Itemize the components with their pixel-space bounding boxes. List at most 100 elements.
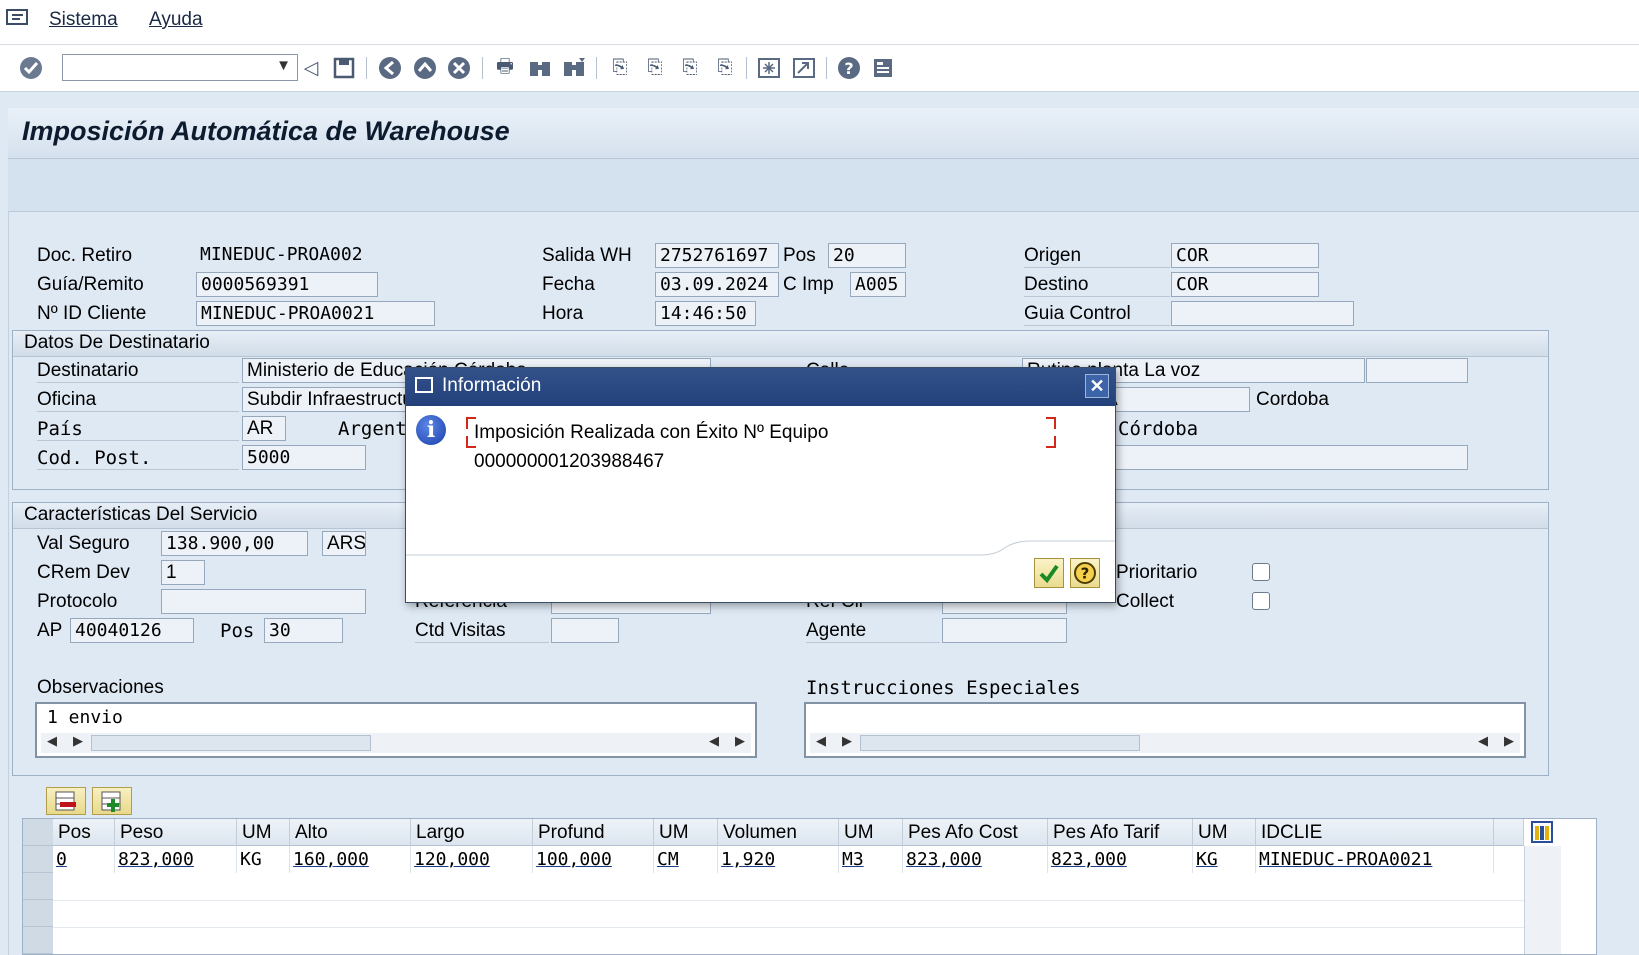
origen-field[interactable]: COR [1171,243,1319,268]
row-select-cell[interactable] [23,900,53,927]
hora-field[interactable]: 14:46:50 [655,301,756,326]
crem-dev-field[interactable]: 1 [161,560,205,585]
table-cell[interactable]: 120,000 [411,846,533,873]
scroll-right-icon[interactable]: ▶ [73,733,83,749]
ap-pos-field[interactable]: 30 [264,618,343,643]
scroll-right-end-icon[interactable]: ▶ [1504,733,1514,749]
row-select-cell[interactable] [23,873,53,900]
cancel-icon[interactable] [446,55,472,81]
delete-row-button[interactable] [46,787,86,815]
header-select-cell[interactable] [23,819,53,846]
col-header-um-peso[interactable]: UM [237,819,290,846]
prioritario-checkbox[interactable] [1252,563,1270,581]
fecha-field[interactable]: 03.09.2024 [655,272,779,297]
column-settings-icon[interactable] [1531,821,1553,843]
col-header-volumen[interactable]: Volumen [718,819,839,846]
guia-control-field[interactable] [1171,301,1354,326]
enter-check-icon[interactable] [18,55,44,81]
localidad-field[interactable]: A [1100,387,1250,412]
table-cell[interactable]: MINEDUC-PROA0021 [1256,846,1494,873]
menu-ayuda[interactable]: Ayuda [149,9,203,31]
extra-address-field[interactable] [1100,445,1468,470]
ctd-visitas-field[interactable] [551,618,619,643]
instrucciones-scrollbar[interactable]: ◀ ▶ ◀ ▶ [810,733,1520,753]
observaciones-textarea[interactable]: 1 envio ◀ ▶ ◀ ▶ [35,702,757,758]
calle-number-field[interactable] [1366,358,1468,383]
table-cell[interactable]: 100,000 [533,846,654,873]
col-header-um-vol[interactable]: UM [839,819,903,846]
first-page-icon[interactable]: ⎘ [607,55,633,81]
find-icon[interactable] [527,55,553,81]
currency-field[interactable]: ARS [322,531,366,556]
c-imp-field[interactable]: A005 [850,272,906,297]
scroll-left-icon[interactable]: ◀ [47,733,57,749]
find-next-icon[interactable] [561,55,587,81]
previous-page-icon[interactable]: ⎘ [642,55,668,81]
shortcut-icon[interactable] [791,55,817,81]
table-cell[interactable]: 1,920 [718,846,839,873]
scroll-right-end-icon[interactable]: ▶ [735,733,745,749]
col-header-um-pes[interactable]: UM [1193,819,1256,846]
create-session-icon[interactable] [756,55,782,81]
col-header-alto[interactable]: Alto [290,819,411,846]
scroll-left-icon[interactable]: ◀ [816,733,826,749]
val-seguro-field[interactable]: 138.900,00 [161,531,308,556]
instrucciones-textarea[interactable]: ◀ ▶ ◀ ▶ [804,702,1526,758]
confirm-button[interactable] [1034,558,1064,588]
layout-menu-icon[interactable] [871,55,897,81]
col-header-largo[interactable]: Largo [411,819,533,846]
sap-menu-icon[interactable] [6,8,30,28]
col-header-idclie[interactable]: IDCLIE [1256,819,1494,846]
command-field[interactable]: ▼ [62,54,298,81]
ap-label: AP [37,620,63,641]
menu-sistema[interactable]: Sistema [49,9,118,31]
table-cell[interactable]: CM [654,846,718,873]
ap-field[interactable]: 40040126 [70,618,194,643]
table-cell[interactable]: M3 [839,846,903,873]
col-header-pes-afo-tarif[interactable]: Pes Afo Tarif [1048,819,1193,846]
exit-icon[interactable] [412,55,438,81]
insert-row-button[interactable] [92,787,132,815]
scroll-left-end-icon[interactable]: ◀ [709,733,719,749]
scroll-thumb[interactable] [91,735,371,751]
help-button[interactable]: ? [1070,558,1100,588]
back-arrow-icon[interactable] [377,55,403,81]
agente-field[interactable] [942,618,1067,643]
table-cell[interactable]: 823,000 [115,846,237,873]
last-page-icon[interactable]: ⎘ [712,55,738,81]
table-cell[interactable]: 823,000 [903,846,1048,873]
print-icon[interactable]: 🖶 [492,55,518,81]
pais-field[interactable]: AR [242,416,286,441]
cod-post-field[interactable]: 5000 [242,445,366,470]
vertical-scrollbar[interactable] [1524,846,1561,954]
scroll-thumb[interactable] [860,735,1140,751]
table-cell[interactable]: KG [1193,846,1256,873]
col-header-pes-afo-cost[interactable]: Pes Afo Cost [903,819,1048,846]
guia-remito-field[interactable]: 0000569391 [196,272,378,297]
table-cell[interactable]: 823,000 [1048,846,1193,873]
row-select-cell[interactable] [23,846,53,873]
salida-wh-field[interactable]: 2752761697 [655,243,779,268]
help-icon[interactable]: ? [836,55,862,81]
protocolo-field[interactable] [161,589,366,614]
observaciones-scrollbar[interactable]: ◀ ▶ ◀ ▶ [41,733,751,753]
pos-field[interactable]: 20 [828,243,906,268]
id-cliente-field[interactable]: MINEDUC-PROA0021 [196,301,435,326]
row-select-cell[interactable] [23,927,53,954]
scroll-right-icon[interactable]: ▶ [842,733,852,749]
chevron-down-icon[interactable]: ▼ [276,57,291,74]
destino-field[interactable]: COR [1171,272,1319,297]
col-header-peso[interactable]: Peso [115,819,237,846]
table-cell[interactable]: KG [237,846,290,873]
col-header-profund[interactable]: Profund [533,819,654,846]
col-header-um-dim[interactable]: UM [654,819,718,846]
save-icon[interactable] [331,55,357,81]
close-icon[interactable]: ✕ [1085,374,1109,398]
scroll-left-end-icon[interactable]: ◀ [1478,733,1488,749]
next-page-icon[interactable]: ⎘ [677,55,703,81]
collect-checkbox[interactable] [1252,592,1270,610]
col-header-pos[interactable]: Pos [53,819,115,846]
back-icon[interactable]: ◁ [298,55,324,81]
table-cell[interactable]: 0 [53,846,115,873]
table-cell[interactable]: 160,000 [290,846,411,873]
